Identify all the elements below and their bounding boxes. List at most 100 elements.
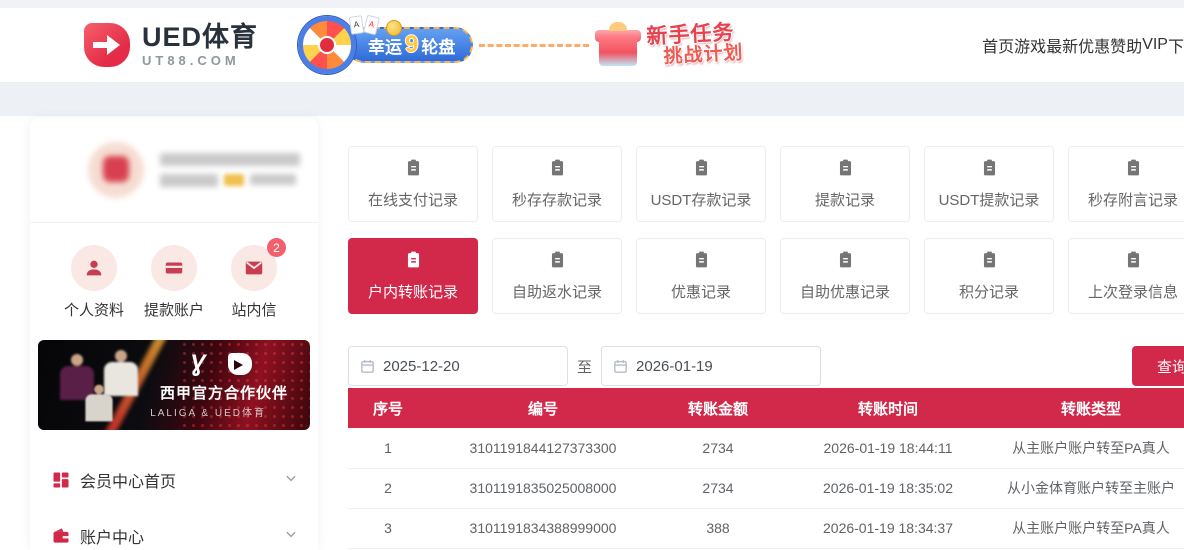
tab-label: 自助优惠记录 xyxy=(799,284,890,301)
sidebar-item-label: 账户中心 xyxy=(80,530,145,547)
clipboard-icon xyxy=(548,250,567,274)
sidebar-item-account-center[interactable]: 账户中心 xyxy=(30,508,318,550)
unread-count-badge: 2 xyxy=(267,238,286,257)
withdrawal-account-action[interactable]: 提款账户 xyxy=(136,245,212,320)
date-range-separator: 至 xyxy=(577,358,593,376)
nav-item-promotions[interactable]: 最新优惠 xyxy=(1046,33,1110,57)
date-to-field[interactable] xyxy=(601,346,822,386)
date-filter-row: 至 查询 xyxy=(348,346,1184,386)
column-header-index: 序号 xyxy=(348,388,428,428)
grid-icon xyxy=(50,469,72,491)
clipboard-icon xyxy=(404,250,423,274)
account-sidebar: 个人资料 提款账户 2 站内信 Ɣ 西甲官方合作伙伴 LALIGA & UED体… xyxy=(30,118,318,550)
records-main: 在线支付记录 秒存存款记录 USDT存款记录 提款记录 USDT提款记录 秒存附… xyxy=(348,146,1184,549)
quick-actions: 个人资料 提款账户 2 站内信 xyxy=(30,223,318,320)
cell-time: 2026-01-19 18:44:11 xyxy=(778,428,998,469)
table-row: 1 3101191844127373300 2734 2026-01-19 18… xyxy=(348,428,1184,469)
nav-item-games[interactable]: 游戏 xyxy=(1014,33,1046,57)
newbie-task-label: 新手任务 挑战计划 xyxy=(646,21,745,69)
site-header: UED体育 UT88.COM AA 幸运 9 轮盘 新手任务 挑战计划 首页 游… xyxy=(0,8,1184,82)
cell-type: 从小金体育账户转至主账户 xyxy=(998,468,1184,509)
tab-usdt-deposit-records[interactable]: USDT存款记录 xyxy=(636,146,766,222)
profile-action[interactable]: 个人资料 xyxy=(56,245,132,320)
gift-box-icon xyxy=(595,22,642,68)
tab-withdrawal-records[interactable]: 提款记录 xyxy=(780,146,910,222)
laliga-logo-icon: Ɣ xyxy=(190,350,205,377)
nav-item-sponsorship[interactable]: 赞助 xyxy=(1110,33,1142,57)
newbie-task-promo[interactable]: 新手任务 挑战计划 xyxy=(595,21,745,69)
cell-index: 2 xyxy=(348,468,428,509)
promo-wheel-suffix: 轮盘 xyxy=(421,37,456,57)
clipboard-icon xyxy=(692,158,711,182)
tab-label: 提款记录 xyxy=(814,192,875,209)
cell-time: 2026-01-19 18:35:02 xyxy=(778,468,998,509)
tab-promo-records[interactable]: 优惠记录 xyxy=(636,238,766,314)
sidebar-item-member-center-home[interactable]: 会员中心首页 xyxy=(30,452,318,508)
user-profile xyxy=(30,118,318,218)
date-from-field[interactable] xyxy=(348,346,568,386)
tab-label: 秒存存款记录 xyxy=(511,192,602,209)
nav-item-download[interactable]: 下载 xyxy=(1168,33,1184,57)
laliga-partner-banner[interactable]: Ɣ 西甲官方合作伙伴 LALIGA & UED体育 xyxy=(38,340,310,430)
tab-label: 上次登录信息 xyxy=(1087,284,1178,301)
tab-self-promo-records[interactable]: 自助优惠记录 xyxy=(780,238,910,314)
mail-icon: 2 xyxy=(231,238,286,291)
cell-order-id: 3101191844127373300 xyxy=(428,428,658,469)
tab-fast-deposit-records[interactable]: 秒存存款记录 xyxy=(492,146,622,222)
tab-online-payment-records[interactable]: 在线支付记录 xyxy=(348,146,478,222)
clipboard-icon xyxy=(980,158,999,182)
column-header-type: 转账类型 xyxy=(998,388,1184,428)
tab-fast-deposit-note-records[interactable]: 秒存附言记录 xyxy=(1068,146,1184,222)
roulette-wheel-icon xyxy=(298,16,357,74)
site-logo[interactable]: UED体育 UT88.COM xyxy=(84,21,259,68)
cell-index: 1 xyxy=(348,428,428,469)
table-header-row: 序号 编号 转账金额 转账时间 转账类型 xyxy=(348,388,1184,428)
banner-subtitle: LALIGA & UED体育 xyxy=(150,408,266,419)
column-header-order-id: 编号 xyxy=(428,388,658,428)
tab-label: 秒存附言记录 xyxy=(1087,192,1178,209)
nav-item-home[interactable]: 首页 xyxy=(982,33,1014,57)
nav-item-vip[interactable]: VIP xyxy=(1142,36,1168,54)
logo-subtitle: UT88.COM xyxy=(142,52,240,68)
cell-time: 2026-01-19 18:34:37 xyxy=(778,508,998,549)
calendar-icon xyxy=(359,358,376,380)
playing-cards-icon: AA xyxy=(348,14,380,36)
tab-label: USDT提款记录 xyxy=(938,192,1040,209)
promo-task-line2: 挑战计划 xyxy=(663,42,745,68)
page-background-band xyxy=(0,82,1184,116)
cell-amount: 2734 xyxy=(658,468,778,509)
clipboard-icon xyxy=(692,250,711,274)
tab-label: 积分记录 xyxy=(958,284,1019,301)
promo-banners: AA 幸运 9 轮盘 新手任务 挑战计划 xyxy=(298,8,745,82)
logo-text: UED体育 UT88.COM xyxy=(142,21,259,68)
query-button[interactable]: 查询 xyxy=(1132,346,1184,386)
lucky-wheel-promo[interactable]: AA 幸运 9 轮盘 xyxy=(298,14,474,74)
clipboard-icon xyxy=(836,158,855,182)
top-navigation: 首页 游戏 最新优惠 赞助 VIP 下载 xyxy=(982,33,1184,57)
partner-logos: Ɣ xyxy=(190,352,252,376)
ued-logo-icon xyxy=(228,353,252,375)
clipboard-icon xyxy=(404,158,423,182)
tab-label: 户内转账记录 xyxy=(367,284,458,301)
tab-points-records[interactable]: 积分记录 xyxy=(924,238,1054,314)
cell-amount: 2734 xyxy=(658,428,778,469)
player-silhouette xyxy=(85,384,113,422)
tab-last-login-info[interactable]: 上次登录信息 xyxy=(1068,238,1184,314)
cell-order-id: 3101191834388999000 xyxy=(428,508,658,549)
site-mail-action[interactable]: 2 站内信 xyxy=(216,238,292,320)
cell-type: 从主账户账户转至PA真人 xyxy=(998,428,1184,469)
tab-rebate-records[interactable]: 自助返水记录 xyxy=(492,238,622,314)
tab-label: 在线支付记录 xyxy=(367,192,458,209)
date-from-input[interactable] xyxy=(383,357,543,375)
user-icon xyxy=(71,245,117,291)
tab-internal-transfer-records[interactable]: 户内转账记录 xyxy=(348,238,478,314)
transfer-records-table: 序号 编号 转账金额 转账时间 转账类型 1 31011918441273733… xyxy=(348,388,1184,549)
tab-usdt-withdrawal-records[interactable]: USDT提款记录 xyxy=(924,146,1054,222)
quick-action-label: 个人资料 xyxy=(63,302,124,319)
logo-title: UED体育 xyxy=(142,21,259,52)
sidebar-item-label: 会员中心首页 xyxy=(80,474,177,491)
clipboard-icon xyxy=(980,250,999,274)
promo-wheel-prefix: 幸运 xyxy=(368,37,403,57)
date-to-input[interactable] xyxy=(636,357,797,375)
column-header-amount: 转账金额 xyxy=(658,388,778,428)
